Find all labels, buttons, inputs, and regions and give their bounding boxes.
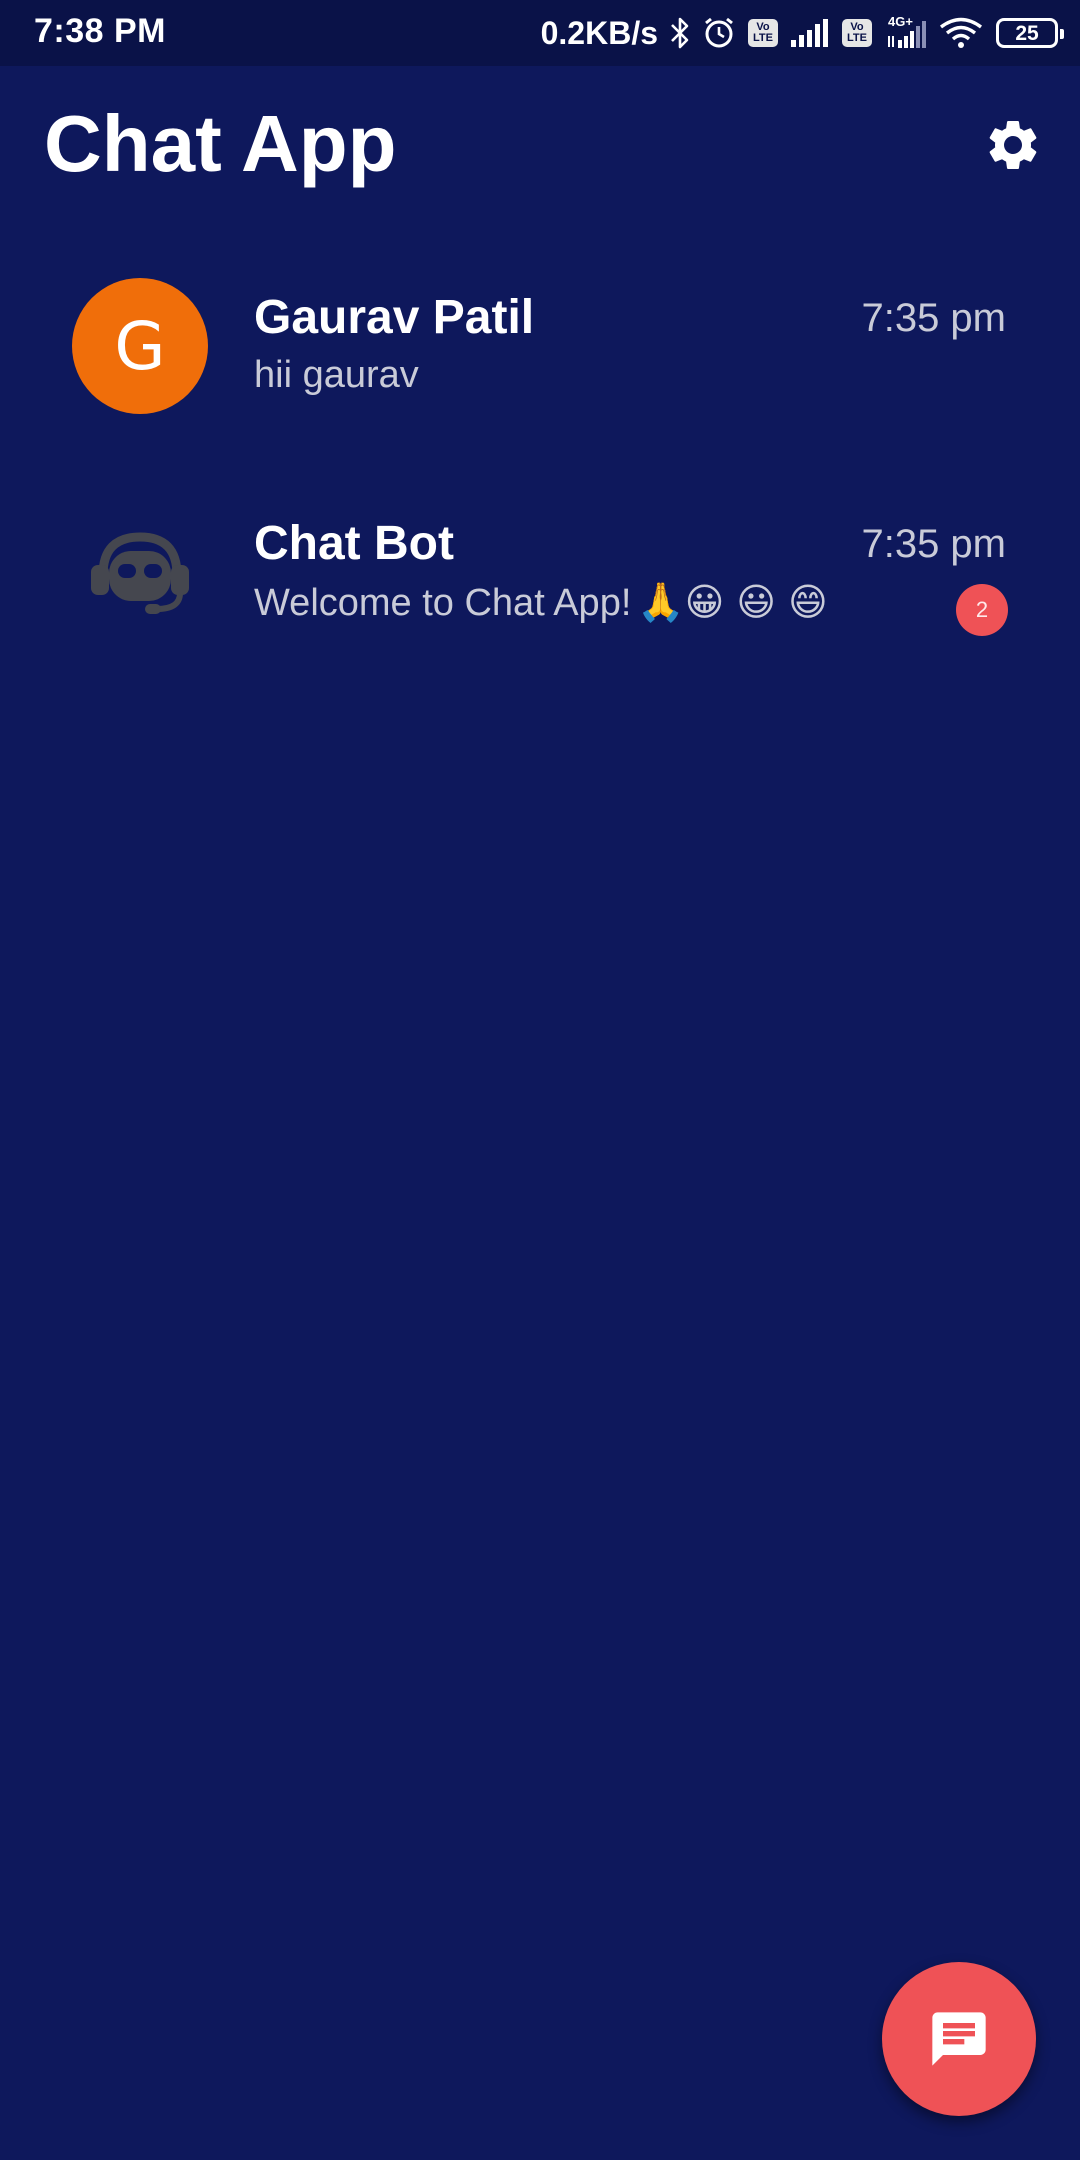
app-title: Chat App bbox=[44, 99, 397, 188]
chat-preview: hii gaurav bbox=[254, 354, 419, 396]
chat-preview-text: Welcome to Chat App! bbox=[254, 582, 632, 624]
settings-button[interactable] bbox=[980, 112, 1046, 178]
status-bar: 7:38 PM 0.2KB/s Vo LTE Vo LTE 4G+ 25 bbox=[0, 0, 1080, 66]
chat-time: 7:35 pm bbox=[861, 296, 1006, 340]
unread-badge: 2 bbox=[956, 584, 1008, 636]
chat-app-screen: 7:38 PM 0.2KB/s Vo LTE Vo LTE 4G+ 25 Cha… bbox=[0, 0, 1080, 2160]
chat-name: Chat Bot bbox=[254, 517, 454, 570]
chat-time: 7:35 pm bbox=[861, 522, 1006, 566]
wifi-icon bbox=[938, 16, 984, 50]
gear-icon bbox=[989, 120, 1037, 169]
avatar bbox=[72, 504, 208, 640]
chat-list: G Gaurav Patil 7:35 pm hii gaurav Chat B… bbox=[0, 250, 1080, 702]
chat-name: Gaurav Patil bbox=[254, 291, 535, 344]
volte-icon: Vo LTE bbox=[748, 19, 778, 47]
chat-item-chat-bot[interactable]: Chat Bot 7:35 pm Welcome to Chat App! 🙏😀 … bbox=[0, 476, 1080, 702]
chat-preview-emojis: 🙏😀 😃 😄 bbox=[637, 580, 828, 624]
volte-icon-2: Vo LTE bbox=[842, 19, 872, 47]
signal-icon bbox=[790, 18, 830, 48]
avatar-letter: G bbox=[114, 307, 166, 385]
network-speed: 0.2KB/s bbox=[540, 14, 658, 51]
chat-preview: Welcome to Chat App! 🙏😀 😃 😄 bbox=[254, 580, 828, 625]
status-icons: 0.2KB/s Vo LTE Vo LTE 4G+ 25 bbox=[540, 0, 1064, 66]
avatar: G bbox=[72, 278, 208, 414]
robot-headset-icon bbox=[91, 532, 189, 614]
chat-message-icon bbox=[932, 2012, 986, 2066]
battery-icon: 25 bbox=[996, 18, 1064, 48]
bluetooth-icon bbox=[670, 16, 690, 50]
status-time: 7:38 PM bbox=[34, 12, 166, 50]
battery-level: 25 bbox=[1015, 21, 1039, 45]
alarm-icon bbox=[702, 16, 736, 50]
new-chat-button[interactable] bbox=[882, 1962, 1036, 2116]
chat-item-gaurav-patil[interactable]: G Gaurav Patil 7:35 pm hii gaurav bbox=[0, 250, 1080, 476]
signal-4g-icon: 4G+ bbox=[884, 14, 926, 50]
